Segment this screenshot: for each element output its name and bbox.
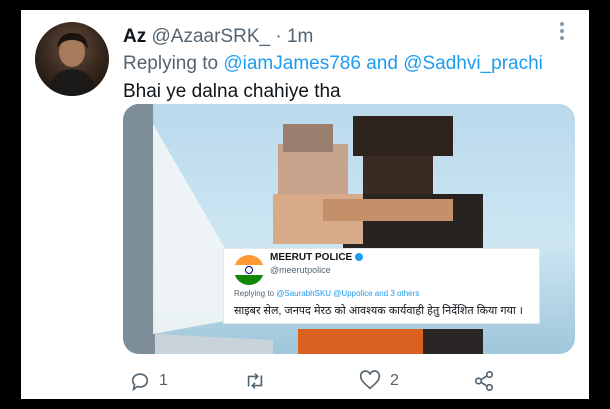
- quoted-display-name: MEERUT POLICE: [270, 252, 353, 263]
- tweet-header: Az @AzaarSRK_ · 1m: [123, 26, 313, 48]
- timestamp[interactable]: 1m: [287, 26, 313, 47]
- reply-user-link-2[interactable]: @Sadhvi_prachi: [403, 53, 543, 74]
- tweet-text: Bhai ye dalna chahiye tha: [123, 81, 341, 102]
- like-action[interactable]: 2: [358, 370, 399, 392]
- quoted-reply-prefix: Replying to: [234, 289, 275, 298]
- avatar[interactable]: [35, 22, 109, 96]
- reply-context: Replying to @iamJames786 and @Sadhvi_pra…: [123, 53, 543, 75]
- retweet-icon[interactable]: [243, 370, 267, 392]
- quoted-tweet[interactable]: MEERUT POLICE @meerutpolice Replying to …: [223, 248, 540, 324]
- reply-prefix: Replying to: [123, 53, 219, 74]
- separator: ·: [275, 26, 282, 47]
- reply-action[interactable]: 1: [129, 370, 168, 392]
- reply-and: and: [366, 53, 398, 74]
- quoted-handle: @meerutpolice: [270, 265, 331, 275]
- verified-icon: [355, 253, 364, 262]
- tweet-card: Az @AzaarSRK_ · 1m Replying to @iamJames…: [21, 10, 589, 399]
- display-name[interactable]: Az: [123, 26, 146, 47]
- share-action[interactable]: [473, 370, 495, 392]
- reply-count: 1: [159, 372, 168, 389]
- tweet-media[interactable]: MEERUT POLICE @meerutpolice Replying to …: [123, 104, 575, 354]
- reply-icon[interactable]: [129, 370, 151, 392]
- retweet-action[interactable]: [243, 370, 275, 392]
- like-icon[interactable]: [358, 370, 382, 392]
- like-count: 2: [390, 372, 399, 389]
- quoted-text: साइबर सेल, जनपद मेरठ को आवश्यक कार्यवाही…: [234, 305, 523, 317]
- share-icon[interactable]: [473, 370, 495, 392]
- police-logo: [234, 255, 264, 285]
- reply-user-link[interactable]: @iamJames786: [223, 53, 361, 74]
- quoted-reply-users: @SaurabhSKU @Uppolice and 3 others: [276, 289, 420, 298]
- more-icon[interactable]: [559, 22, 565, 42]
- action-bar: 1 2: [21, 362, 589, 399]
- handle[interactable]: @AzaarSRK_: [152, 26, 271, 47]
- quoted-name: MEERUT POLICE: [270, 252, 364, 263]
- quoted-reply-context: Replying to @SaurabhSKU @Uppolice and 3 …: [234, 289, 419, 298]
